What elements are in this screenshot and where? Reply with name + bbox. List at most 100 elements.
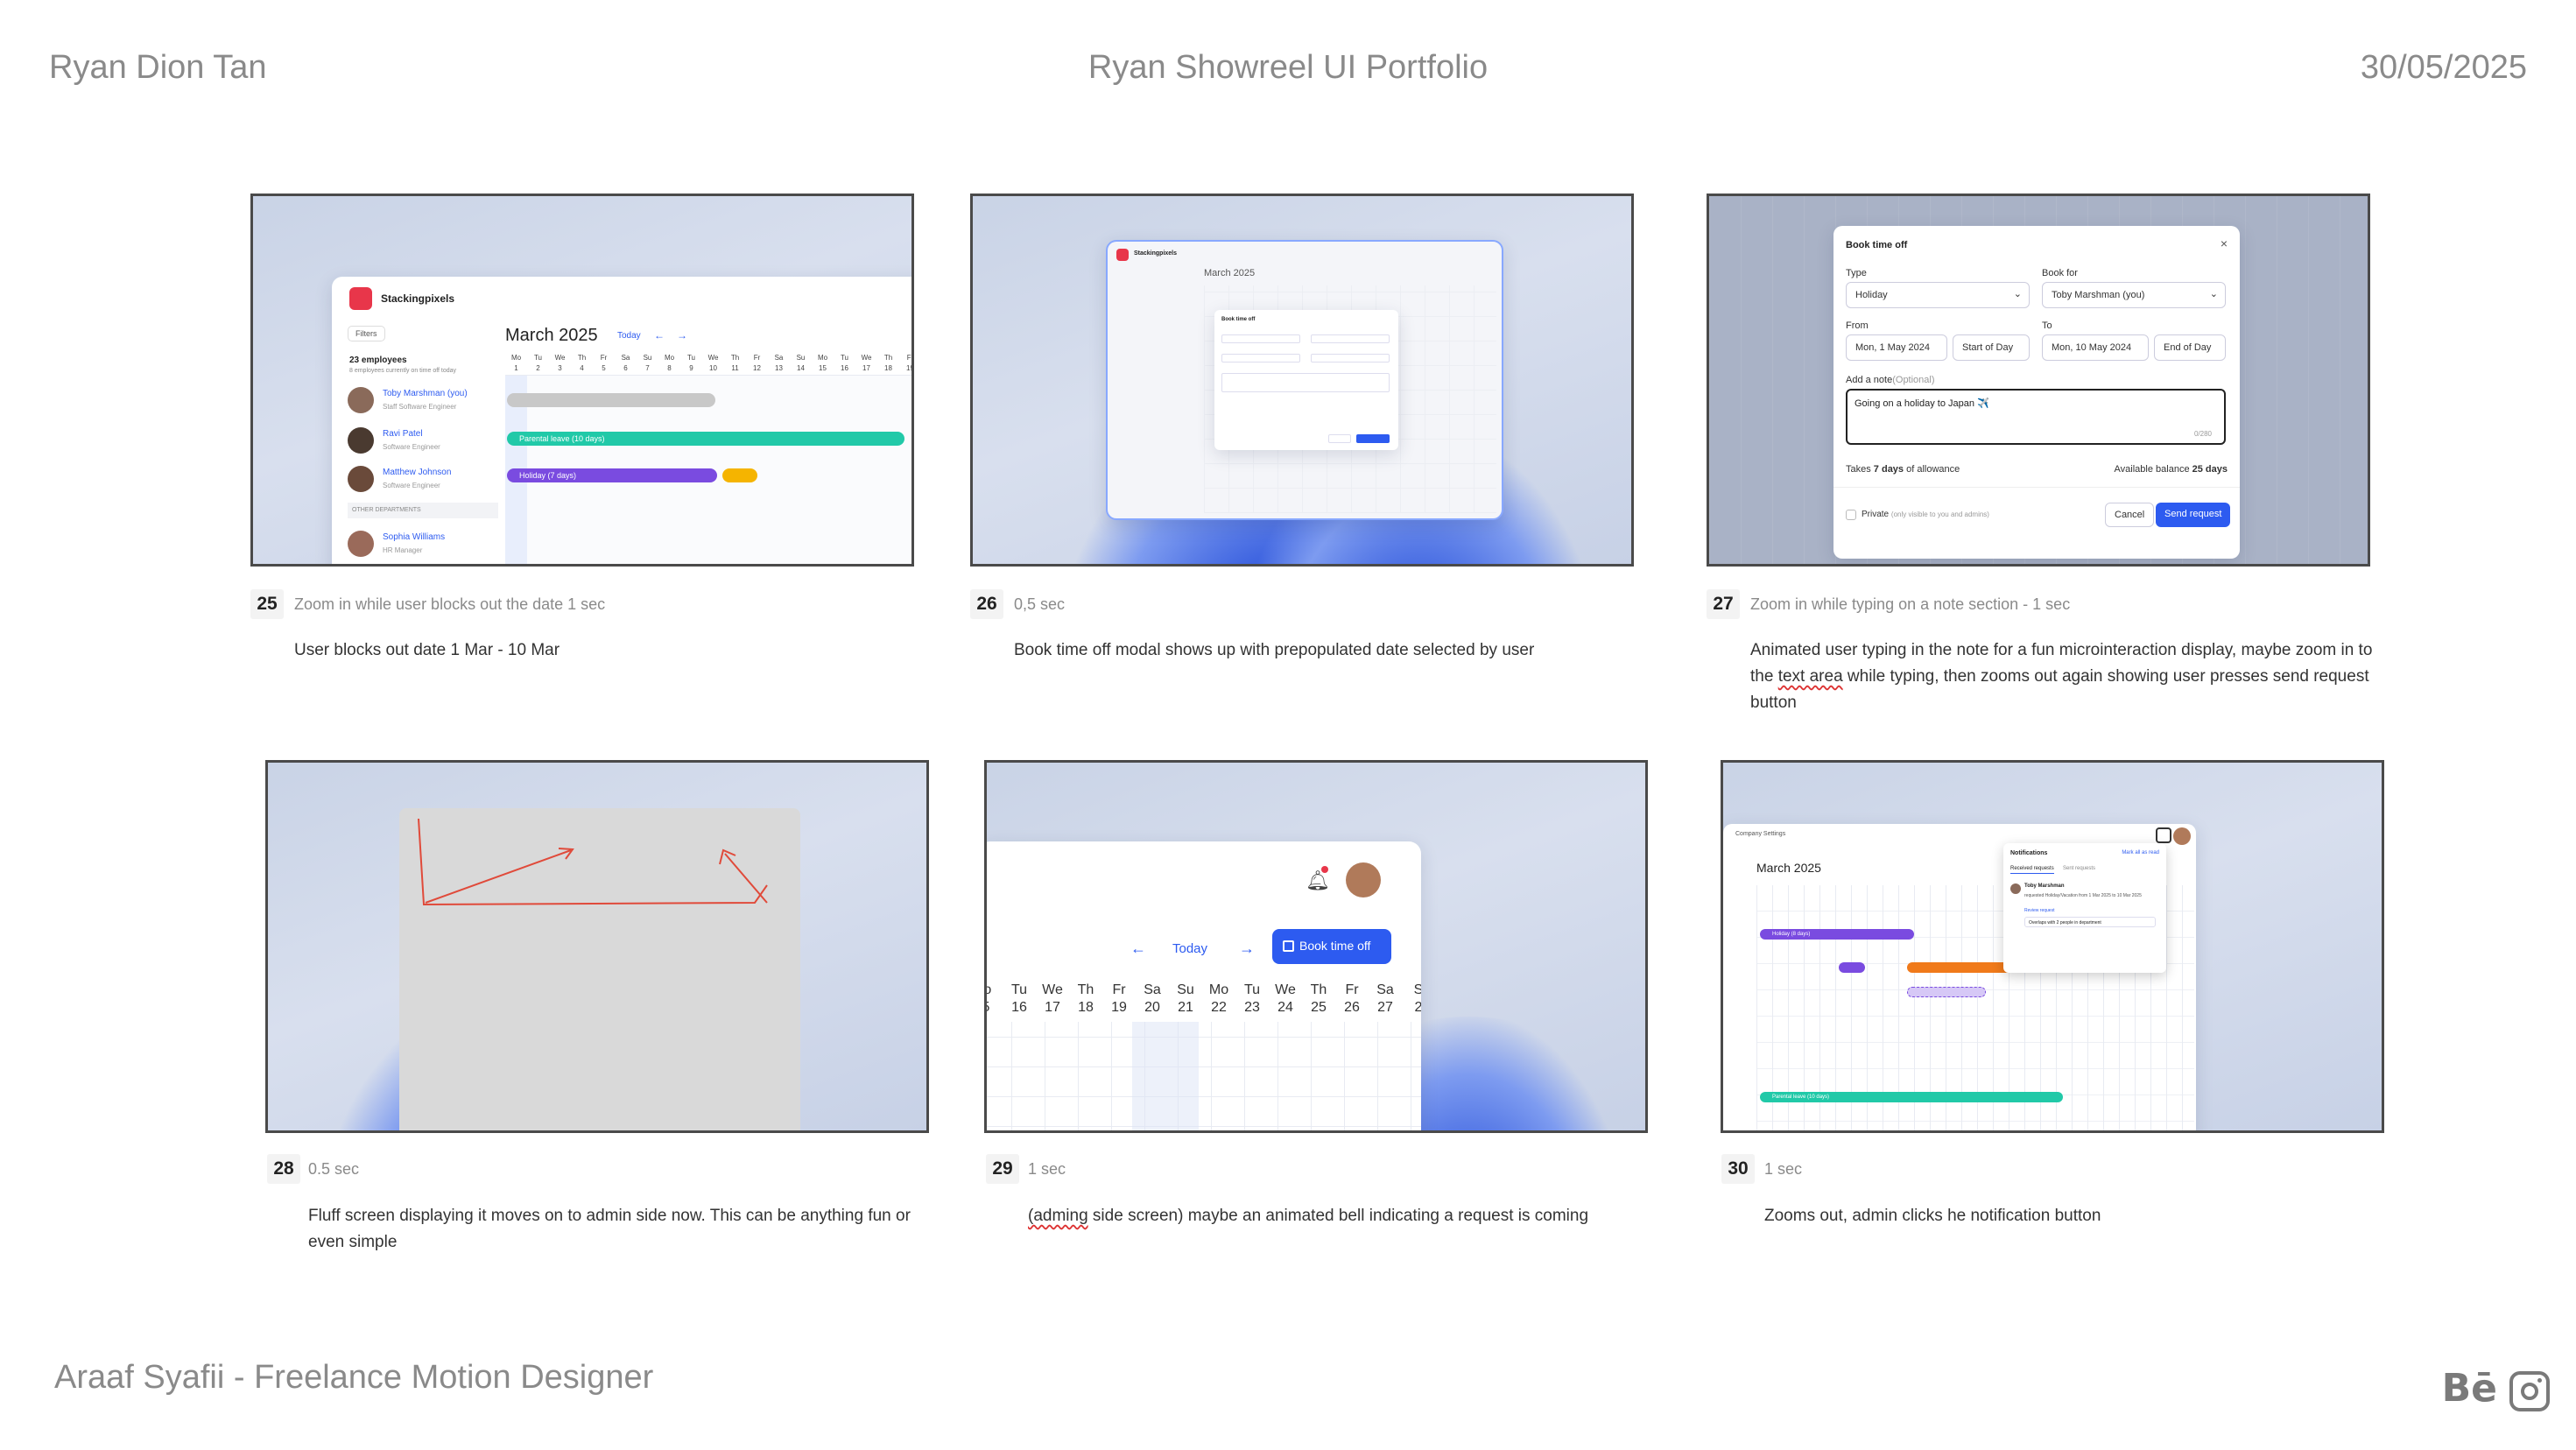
company-settings-link[interactable]: Company Settings <box>1735 831 1785 837</box>
avatar[interactable] <box>1346 862 1381 897</box>
note-textarea[interactable] <box>1221 373 1390 392</box>
date-label[interactable]: 10 <box>702 364 724 372</box>
weekday-label: Th <box>577 354 587 362</box>
date-label[interactable]: 9 <box>680 364 702 372</box>
to-date-select[interactable] <box>1311 354 1390 362</box>
date-label[interactable]: 5 <box>987 999 1003 1017</box>
date-label[interactable]: 17 <box>855 364 877 372</box>
to-date-select[interactable]: Mon, 10 May 2024 <box>2042 334 2149 361</box>
cancel-button[interactable] <box>1328 434 1351 443</box>
from-date-select[interactable]: Mon, 1 May 2024 <box>1846 334 1947 361</box>
book-for-select[interactable]: Toby Marshman (you) ⌄ <box>2042 282 2226 308</box>
other-departments-toggle[interactable]: OTHER DEPARTMENTS <box>348 503 498 518</box>
date-label[interactable]: 26 <box>1335 999 1369 1017</box>
document-date: 30/05/2025 <box>2360 49 2527 86</box>
date-label[interactable]: 11 <box>724 364 746 372</box>
holiday-bar[interactable]: Holiday (8 days) <box>1760 929 1914 940</box>
weekday-label: Tu <box>1010 982 1028 997</box>
bell-icon[interactable] <box>2156 827 2171 843</box>
review-request-link[interactable]: Review request <box>2024 908 2054 913</box>
note-textarea[interactable]: Going on a holiday to Japan ✈️ 0/280 <box>1846 389 2226 445</box>
date-label[interactable]: 25 <box>1302 999 1335 1017</box>
date-label[interactable]: 12 <box>746 364 768 372</box>
weekday-label: S <box>1402 982 1421 999</box>
book-for-select[interactable] <box>1311 334 1390 343</box>
tab-received-requests[interactable]: Received requests <box>2010 866 2054 874</box>
date-label[interactable]: 20 <box>1136 999 1169 1017</box>
bell-icon[interactable]: 🔔︎ <box>1306 869 1330 892</box>
close-icon[interactable]: × <box>2221 236 2228 250</box>
date-label[interactable]: 21 <box>1169 999 1202 1017</box>
cancel-button[interactable]: Cancel <box>2105 503 2155 527</box>
mark-all-read-link[interactable]: Mark all as read <box>2122 850 2159 855</box>
chevron-down-icon: ⌄ <box>2209 289 2218 299</box>
today-button[interactable]: Today <box>617 331 641 341</box>
date-label[interactable]: 3 <box>549 364 571 372</box>
date-label[interactable]: 2 <box>1402 999 1421 1017</box>
date-label[interactable]: 15 <box>812 364 834 372</box>
date-label[interactable]: 27 <box>1369 999 1402 1017</box>
weekday-label: We <box>861 354 872 362</box>
divider <box>1833 487 2240 488</box>
date-label[interactable]: 2 <box>527 364 549 372</box>
portfolio-title: Ryan Showreel UI Portfolio <box>1087 49 1489 86</box>
note-label: Add a note(Optional) <box>1846 375 1935 385</box>
selection-drag-bar[interactable] <box>507 393 715 407</box>
private-checkbox[interactable] <box>1846 510 1856 520</box>
date-label[interactable]: 19 <box>1102 999 1136 1017</box>
date-label[interactable]: 19 <box>899 364 911 372</box>
avatar[interactable] <box>2173 827 2191 845</box>
today-button[interactable]: Today <box>1172 941 1207 956</box>
from-date-select[interactable] <box>1221 354 1300 362</box>
parental-leave-bar[interactable]: Parental leave (10 days) <box>1760 1092 2063 1102</box>
chevron-right-icon[interactable]: → <box>1239 940 1255 958</box>
app-logo-icon <box>1116 249 1129 261</box>
date-label[interactable]: 8 <box>658 364 680 372</box>
filters-button[interactable]: Filters <box>348 326 385 341</box>
person-name[interactable]: Ravi Patel <box>383 429 423 439</box>
person-name[interactable]: Sophia Williams <box>383 532 445 542</box>
date-label[interactable]: 4 <box>571 364 593 372</box>
parental-leave-bar[interactable]: Parental leave (10 days) <box>507 432 904 446</box>
chevron-right-icon[interactable]: → <box>677 329 687 341</box>
note-value: Going on a holiday to Japan ✈️ <box>1855 398 1989 409</box>
person-name[interactable]: Matthew Johnson <box>383 468 451 477</box>
chevron-left-icon[interactable]: ← <box>1130 940 1146 958</box>
date-label[interactable]: 24 <box>1269 999 1302 1017</box>
date-label[interactable]: 14 <box>790 364 812 372</box>
date-label[interactable]: 6 <box>615 364 637 372</box>
date-label[interactable]: 5 <box>593 364 615 372</box>
date-label[interactable]: 16 <box>1003 999 1036 1017</box>
frame-description: User blocks out date 1 Mar - 10 Mar <box>294 641 560 659</box>
weekday-label: Mo <box>510 354 522 362</box>
date-label[interactable]: 18 <box>877 364 899 372</box>
date-label[interactable]: 7 <box>637 364 658 372</box>
pending-request-bar[interactable] <box>1907 987 1986 997</box>
chevron-left-icon[interactable]: ← <box>654 329 665 341</box>
tab-sent-requests[interactable]: Sent requests <box>2063 866 2095 871</box>
avatar <box>348 531 374 557</box>
to-day-part-select[interactable]: End of Day <box>2154 334 2226 361</box>
book-time-off-button[interactable]: Book time off <box>1272 929 1391 964</box>
send-request-button[interactable] <box>1356 434 1390 443</box>
date-label[interactable]: 1 <box>505 364 527 372</box>
type-select[interactable]: Holiday ⌄ <box>1846 282 2030 308</box>
holiday-bar[interactable]: Holiday (7 days) <box>507 468 717 482</box>
date-label[interactable]: 22 <box>1202 999 1235 1017</box>
date-label[interactable]: 18 <box>1069 999 1102 1017</box>
date-label[interactable]: 23 <box>1235 999 1269 1017</box>
date-label[interactable]: 16 <box>834 364 855 372</box>
frame-number: 28 <box>267 1154 300 1184</box>
type-select[interactable] <box>1221 334 1300 343</box>
frame-description: Book time off modal shows up with prepop… <box>1014 641 1535 659</box>
storyboard-frame-28 <box>265 760 929 1133</box>
behance-icon[interactable]: Bē <box>2442 1366 2497 1411</box>
date-label[interactable]: 17 <box>1036 999 1069 1017</box>
person-name[interactable]: Toby Marshman (you) <box>383 389 468 398</box>
from-day-part-select[interactable]: Start of Day <box>1953 334 2030 361</box>
send-request-button[interactable]: Send request <box>2156 503 2231 527</box>
instagram-icon[interactable] <box>2509 1371 2550 1411</box>
pending-bar[interactable] <box>722 468 757 482</box>
date-label[interactable]: 13 <box>768 364 790 372</box>
holiday-bar-small[interactable] <box>1839 962 1865 973</box>
